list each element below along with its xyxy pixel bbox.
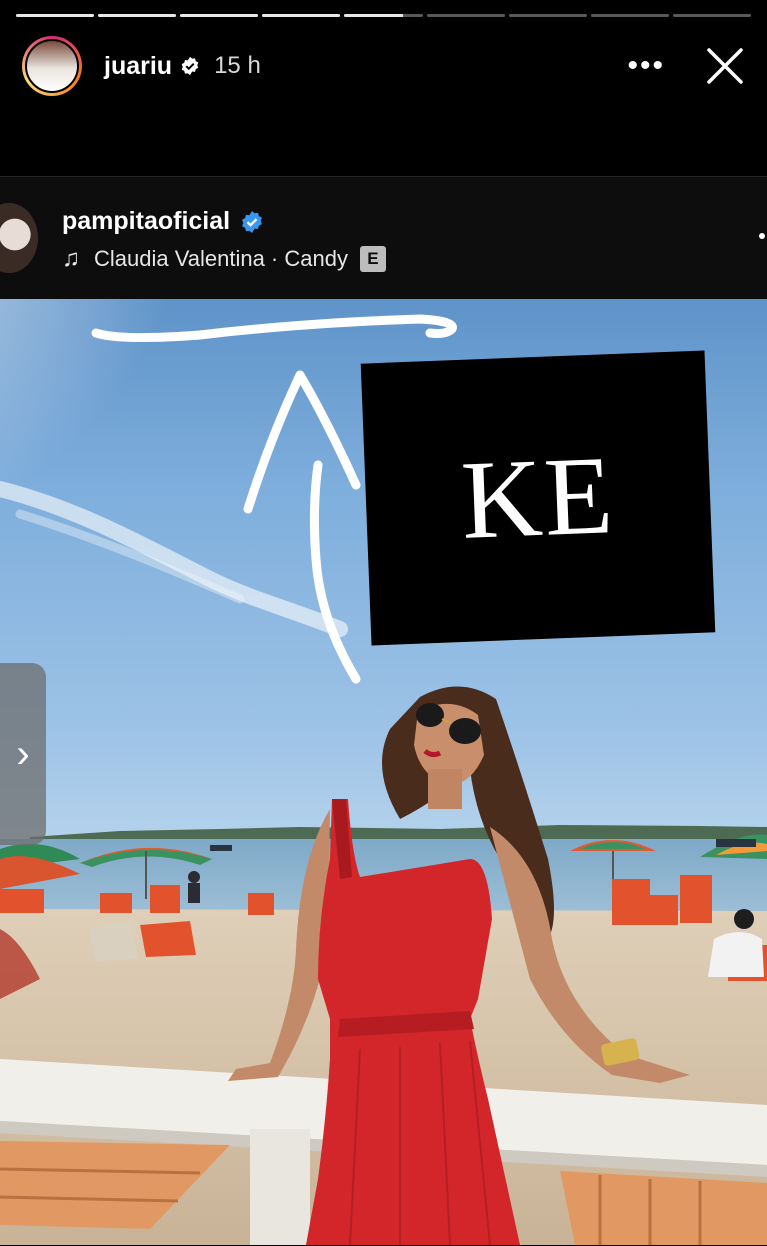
story-avatar[interactable]: [22, 36, 82, 96]
verified-badge-icon: [242, 210, 262, 233]
post-username[interactable]: pampitaoficial: [62, 207, 230, 236]
post-header: pampitaoficial ♫ Claudia Valentina · Can…: [0, 177, 767, 299]
text-sticker[interactable]: KE: [360, 350, 716, 646]
story-username[interactable]: juariu: [104, 52, 172, 81]
sticker-text: KE: [459, 432, 617, 563]
next-post-arrow-icon[interactable]: ›: [0, 663, 46, 845]
progress-segment: [426, 14, 505, 17]
verified-badge-icon: [181, 56, 199, 76]
post-photo[interactable]: KE ›: [0, 299, 767, 1245]
explicit-badge: E: [359, 246, 386, 272]
progress-segment: [16, 14, 95, 17]
story-header: juariu 15 h •••: [22, 34, 745, 98]
more-horizontal-icon[interactable]: •••: [627, 51, 665, 81]
progress-segment: [508, 14, 587, 17]
progress-segment: [180, 14, 259, 17]
close-icon[interactable]: [705, 46, 745, 86]
music-note-icon: ♫: [62, 245, 80, 272]
post-avatar[interactable]: [0, 203, 38, 273]
music-info[interactable]: ♫ Claudia Valentina · Candy E: [62, 245, 386, 273]
progress-segment: [262, 14, 341, 17]
progress-segment: [590, 14, 669, 17]
progress-segment: [98, 14, 177, 17]
reshared-post[interactable]: pampitaoficial ♫ Claudia Valentina · Can…: [0, 176, 767, 1245]
music-track: Claudia Valentina · Candy: [94, 246, 348, 271]
story-progress-bar: [16, 14, 751, 18]
story-timestamp: 15 h: [214, 52, 261, 79]
progress-segment: [344, 14, 423, 17]
progress-segment: [672, 14, 751, 17]
indicator-dot: [759, 233, 765, 239]
